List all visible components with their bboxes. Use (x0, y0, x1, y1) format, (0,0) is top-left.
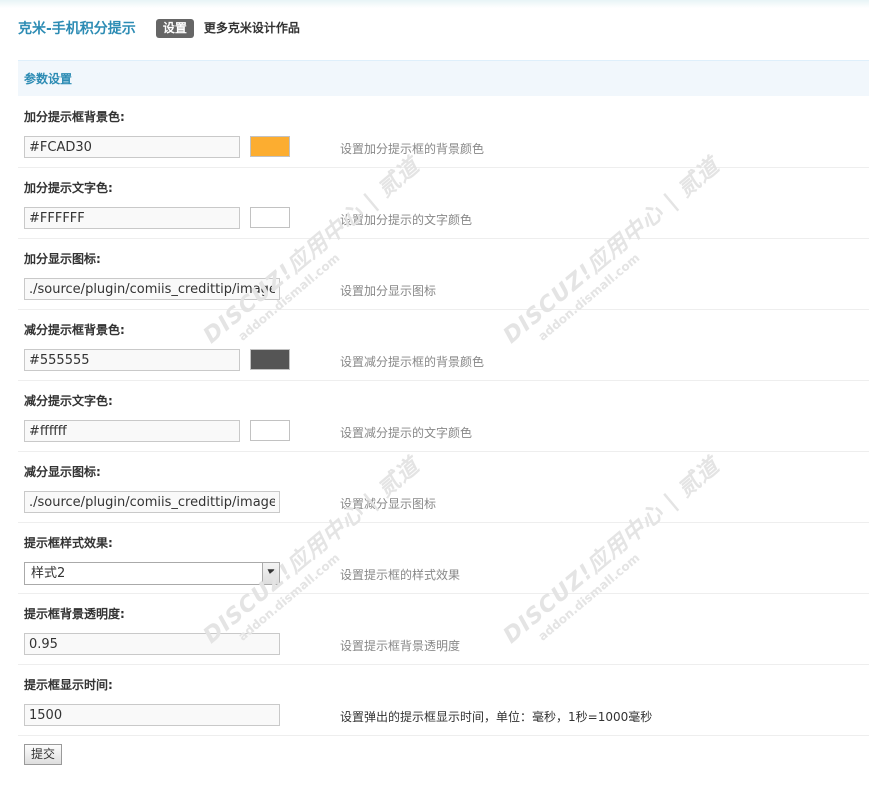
setting-label: 提示框样式效果: (24, 536, 113, 550)
tab-more-works[interactable]: 更多克米设计作品 (204, 19, 300, 38)
top-gradient (0, 0, 869, 8)
setting-row: 加分显示图标: 设置加分显示图标 (18, 239, 869, 310)
setting-row: 提示框背景透明度: 设置提示框背景透明度 (18, 594, 869, 665)
setting-description: 设置减分提示框的背景颜色 (340, 355, 485, 369)
style-effect-selected: 样式2 (31, 566, 66, 581)
display-time-input[interactable] (24, 704, 280, 726)
style-effect-select[interactable]: 样式2 ▼ (24, 562, 280, 585)
submit-button[interactable]: 提交 (24, 744, 63, 765)
settings-form: 加分提示框背景色: 设置加分提示框的背景颜色 加分提示文字色: 设置加分提示的文… (18, 97, 869, 736)
setting-row: 减分提示框背景色: 设置减分提示框的背景颜色 (18, 310, 869, 381)
setting-row: 减分显示图标: 设置减分显示图标 (18, 452, 869, 523)
setting-row: 提示框样式效果: 样式2 ▼ 设置提示框的样式效果 (18, 523, 869, 594)
setting-description: 设置加分提示框的背景颜色 (340, 142, 485, 156)
sub-text-color-swatch[interactable] (250, 420, 290, 441)
add-bg-color-input[interactable] (24, 136, 240, 158)
setting-label: 提示框显示时间: (24, 678, 113, 692)
setting-description: 设置加分提示的文字颜色 (340, 213, 473, 227)
setting-description: 设置提示框背景透明度 (340, 639, 461, 653)
setting-row: 提示框显示时间: 设置弹出的提示框显示时间，单位：毫秒，1秒=1000毫秒 (18, 665, 869, 736)
setting-row: 加分提示框背景色: 设置加分提示框的背景颜色 (18, 97, 869, 168)
setting-description: 设置弹出的提示框显示时间，单位：毫秒，1秒=1000毫秒 (340, 710, 653, 724)
tab-settings[interactable]: 设置 (155, 18, 194, 38)
setting-description: 设置减分提示的文字颜色 (340, 426, 473, 440)
sub-text-color-input[interactable] (24, 420, 240, 442)
add-text-color-swatch[interactable] (250, 207, 290, 228)
setting-description: 设置加分显示图标 (340, 284, 437, 298)
sub-bg-color-input[interactable] (24, 349, 240, 371)
opacity-input[interactable] (24, 633, 280, 655)
setting-label: 加分提示文字色: (24, 181, 113, 195)
setting-row: 加分提示文字色: 设置加分提示的文字颜色 (18, 168, 869, 239)
setting-description: 设置提示框的样式效果 (340, 568, 461, 582)
setting-label: 提示框背景透明度: (24, 607, 125, 621)
setting-label: 加分显示图标: (24, 252, 101, 266)
add-text-color-input[interactable] (24, 207, 240, 229)
setting-description: 设置减分显示图标 (340, 497, 437, 511)
add-bg-color-swatch[interactable] (250, 136, 290, 157)
section-title: 参数设置 (18, 60, 869, 96)
setting-row: 减分提示文字色: 设置减分提示的文字颜色 (18, 381, 869, 452)
sub-icon-path-input[interactable] (24, 491, 280, 513)
add-icon-path-input[interactable] (24, 278, 280, 300)
header: 克米-手机积分提示 设置 更多克米设计作品 (18, 16, 310, 40)
setting-label: 减分提示文字色: (24, 394, 113, 408)
setting-label: 减分显示图标: (24, 465, 101, 479)
sub-bg-color-swatch[interactable] (250, 349, 290, 370)
setting-label: 减分提示框背景色: (24, 323, 125, 337)
setting-label: 加分提示框背景色: (24, 110, 125, 124)
chevron-down-icon[interactable]: ▼ (262, 563, 279, 584)
app-title: 克米-手机积分提示 (18, 21, 136, 37)
